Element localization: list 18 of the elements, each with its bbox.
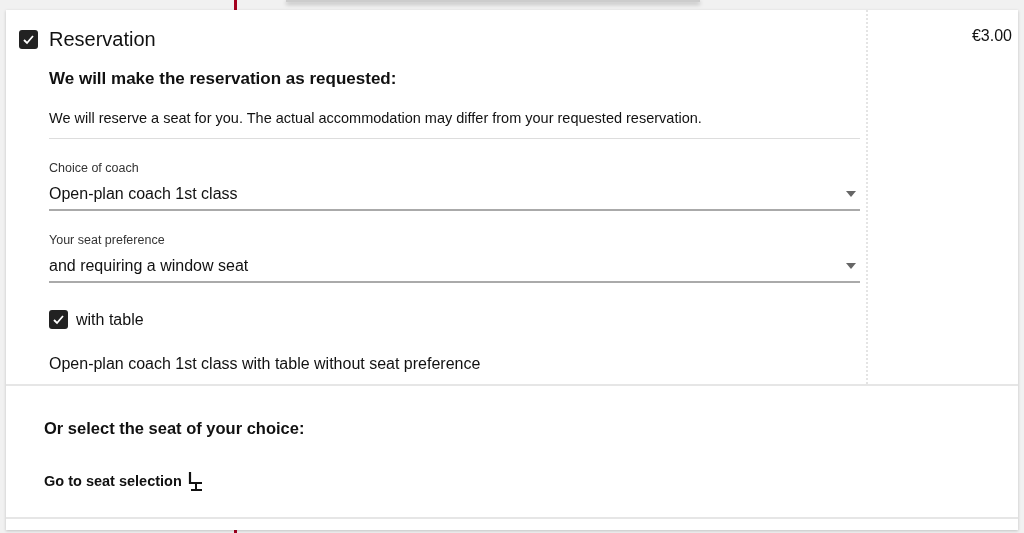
select-field[interactable]: Open-plan coach 1st class — [49, 182, 860, 211]
field-label: Choice of coach — [49, 160, 140, 178]
seat-selection-link[interactable]: Go to seat selection — [44, 470, 204, 493]
checkbox-label: with table — [76, 309, 144, 330]
option-title: Reservation — [49, 27, 156, 52]
section-heading: We will make the reservation as requested: — [49, 68, 398, 90]
checkmark-icon — [52, 313, 65, 327]
summary-text: Open-plan coach 1st class with table without seat preference — [49, 353, 482, 374]
table-checkbox[interactable] — [49, 310, 68, 330]
seat-icon — [187, 471, 204, 492]
section-heading: Or select the seat of your choice: — [44, 417, 306, 439]
select-field[interactable]: and requiring a window seat — [49, 253, 860, 283]
caret-icon — [846, 262, 856, 269]
reservation-checkbox[interactable] — [19, 29, 38, 49]
notice-text: We will reserve a seat for you. The actual accommodation may differ from your requested reservation. — [49, 107, 860, 140]
price: €3.00 — [971, 26, 1012, 46]
field-label: Your seat preference — [49, 232, 166, 249]
caret-icon — [846, 191, 856, 197]
